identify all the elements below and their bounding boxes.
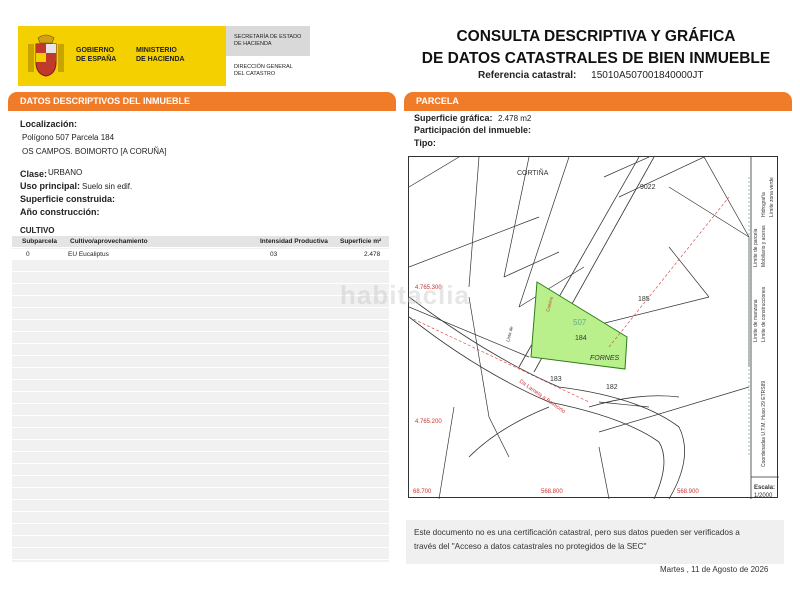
document-title: CONSULTA DESCRIPTIVA Y GRÁFICA DE DATOS … bbox=[400, 26, 792, 70]
gov-line2: DE ESPAÑA bbox=[76, 56, 117, 63]
uso-label: Uso principal: bbox=[20, 181, 81, 191]
label-cortina: CORTIÑA bbox=[517, 168, 549, 177]
sec-line1: SECRETARÍA DE ESTADO bbox=[234, 34, 302, 40]
col-superficie: Superficie m² bbox=[340, 238, 382, 245]
disclaimer-note: Este documento no es una certificación c… bbox=[406, 520, 784, 564]
localizacion-field: Localización: bbox=[20, 119, 77, 129]
table-row: 0 EU Eucaliptus 03 2.478 bbox=[12, 249, 389, 260]
clase-value: URBANO bbox=[48, 168, 83, 177]
map-canvas: Hidrografía Límite zona verde Límite de … bbox=[409, 157, 779, 499]
anio-construccion-label: Año construcción: bbox=[20, 207, 100, 217]
uso-field: Uso principal: bbox=[20, 181, 80, 191]
logo-block: GOBIERNO DE ESPAÑA MINISTERIO DE HACIEND… bbox=[18, 26, 310, 86]
label-y-bottom: 4.765.200 bbox=[415, 419, 442, 425]
legend-zona-verde: Límite zona verde bbox=[769, 177, 775, 217]
cultivo-title: CULTIVO bbox=[20, 226, 55, 235]
sec-line2: DE HACIENDA bbox=[234, 41, 272, 47]
document-date: Martes , 11 de Agosto de 2026 bbox=[660, 565, 769, 574]
title-line2: DE DATOS CATASTRALES DE BIEN INMUEBLE bbox=[421, 50, 771, 67]
gov-text: GOBIERNO DE ESPAÑA bbox=[76, 46, 116, 64]
ministry-text: MINISTERIO DE HACIENDA bbox=[136, 46, 185, 64]
col-intensidad: Intensidad Productiva bbox=[260, 238, 328, 245]
cultivo-table: Subparcela Cultivo/aprovechamiento Inten… bbox=[12, 236, 389, 562]
label-fornes: FORNES bbox=[590, 355, 620, 362]
legend-construcciones: Límite de construcciones bbox=[761, 286, 767, 342]
tipo-label: Tipo: bbox=[414, 138, 436, 148]
participacion-label: Participación del inmueble: bbox=[414, 125, 532, 135]
secretaria-text: SECRETARÍA DE ESTADO DE HACIENDA bbox=[234, 34, 301, 48]
superficie-grafica-value: 2.478 m2 bbox=[498, 114, 532, 123]
cell-cultivo: EU Eucaliptus bbox=[68, 251, 109, 258]
label-184: 184 bbox=[575, 335, 587, 342]
reference-value: 15010A507001840000JT bbox=[591, 70, 704, 81]
anio-construccion-field: Año construcción: bbox=[20, 207, 100, 217]
label-x-right: 568.900 bbox=[677, 489, 699, 495]
cell-intensidad: 03 bbox=[270, 251, 278, 258]
dg-line2: DEL CATASTRO bbox=[234, 71, 276, 77]
direccion-general-text: DIRECCIÓN GENERAL DEL CATASTRO bbox=[234, 64, 293, 78]
label-9022: 9022 bbox=[640, 184, 656, 191]
coat-of-arms-icon bbox=[28, 34, 64, 77]
section-header-descriptivos: DATOS DESCRIPTIVOS DEL INMUEBLE bbox=[8, 92, 396, 111]
note-line1: Este documento no es una certificación c… bbox=[414, 528, 740, 537]
reference-line: Referencia catastral: 15010A507001840000… bbox=[478, 70, 704, 81]
cultivo-table-header: Subparcela Cultivo/aprovechamiento Inten… bbox=[12, 236, 389, 247]
section-header-parcela: PARCELA bbox=[404, 92, 792, 111]
cadastral-map[interactable]: Hidrografía Límite zona verde Límite de … bbox=[408, 156, 779, 499]
cell-subparcela: 0 bbox=[26, 251, 30, 258]
legend-parcela: Límite de parcela bbox=[753, 228, 759, 267]
label-185: 185 bbox=[638, 296, 650, 303]
clase-field: Clase: bbox=[20, 169, 47, 179]
clase-label: Clase: bbox=[20, 169, 48, 179]
label-x-left: 68.700 bbox=[413, 489, 432, 495]
label-lista: Lista de bbox=[505, 325, 514, 342]
scale-label: Escala: bbox=[754, 485, 775, 491]
legend-mobiliario: Mobiliario y aceras bbox=[761, 225, 767, 267]
gov-line1: GOBIERNO bbox=[76, 47, 115, 54]
superficie-construida-field: Superficie construida: bbox=[20, 194, 115, 204]
watermark: habitaclia bbox=[340, 280, 470, 310]
legend-hidrografia: Hidrografía bbox=[761, 192, 767, 217]
uso-value: Suelo sin edif. bbox=[82, 182, 133, 191]
col-subparcela: Subparcela bbox=[22, 238, 58, 245]
ministry-line1: MINISTERIO bbox=[136, 47, 177, 54]
label-x-mid: 568.800 bbox=[541, 489, 563, 495]
superficie-grafica-label: Superficie gráfica: bbox=[414, 113, 493, 123]
legend-coords: Coordenadas U.T.M. Huso 29 ETRS89 bbox=[761, 381, 767, 467]
localizacion-label: Localización: bbox=[20, 119, 78, 129]
superficie-construida-label: Superficie construida: bbox=[20, 194, 116, 204]
label-183: 183 bbox=[550, 376, 562, 383]
localizacion-line1: Polígono 507 Parcela 184 bbox=[22, 133, 115, 142]
note-line2: través del "Acceso a datos catastrales n… bbox=[414, 542, 647, 551]
scale-value: 1/2000 bbox=[754, 493, 773, 499]
title-line1: CONSULTA DESCRIPTIVA Y GRÁFICA bbox=[456, 28, 736, 45]
reference-label: Referencia catastral: bbox=[478, 70, 577, 81]
localizacion-line2: OS CAMPOS. BOIMORTO [A CORUÑA] bbox=[22, 147, 167, 156]
ministry-line2: DE HACIENDA bbox=[136, 56, 185, 63]
cell-superficie: 2.478 bbox=[364, 251, 381, 258]
legend-manzana: Límite de manzana bbox=[753, 299, 759, 342]
label-182: 182 bbox=[606, 384, 618, 391]
label-507: 507 bbox=[573, 318, 587, 327]
dg-line1: DIRECCIÓN GENERAL bbox=[234, 64, 293, 70]
col-cultivo: Cultivo/aprovechamiento bbox=[70, 238, 148, 245]
